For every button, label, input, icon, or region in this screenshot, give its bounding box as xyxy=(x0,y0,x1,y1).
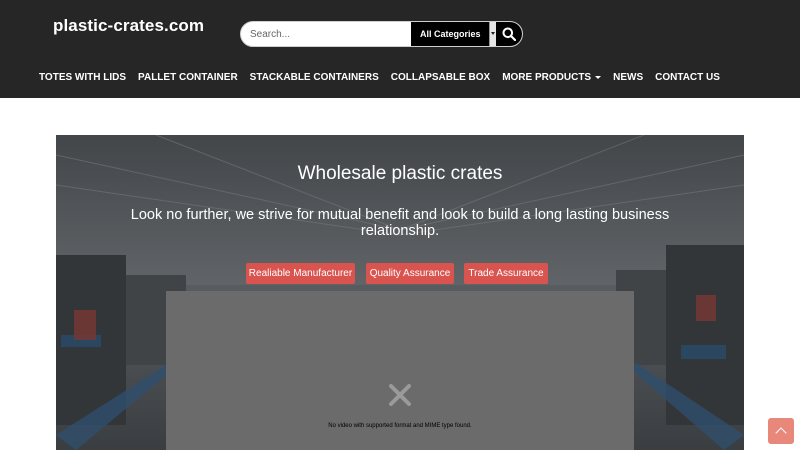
nav-item-totes-with-lids[interactable]: TOTES WITH LIDS xyxy=(33,70,132,86)
site-header: plastic-crates.com All Categories TOTES … xyxy=(0,0,800,98)
site-logo[interactable]: plastic-crates.com xyxy=(53,16,204,36)
search-button[interactable] xyxy=(496,22,522,46)
search-icon xyxy=(502,27,516,41)
nav-item-contact-us[interactable]: CONTACT US xyxy=(649,70,726,86)
nav-item-label: MORE PRODUCTS xyxy=(502,72,592,83)
video-error-message: No video with supported format and MIME … xyxy=(328,423,472,429)
video-player[interactable]: No video with supported format and MIME … xyxy=(166,291,634,450)
nav-item-news[interactable]: NEWS xyxy=(607,70,649,86)
chevron-down-icon[interactable] xyxy=(489,22,496,46)
hero-subtitle: Look no further, we strive for mutual be… xyxy=(130,207,670,239)
nav-item-collapsable-box[interactable]: COLLAPSABLE BOX xyxy=(385,70,496,86)
back-to-top-button[interactable] xyxy=(768,418,794,444)
nav-item-more-products[interactable]: MORE PRODUCTS xyxy=(496,70,607,86)
search-bar: All Categories xyxy=(240,21,523,47)
video-error-icon xyxy=(389,384,411,406)
hero-title: Wholesale plastic crates xyxy=(297,163,503,184)
main-nav: TOTES WITH LIDS PALLET CONTAINER STACKAB… xyxy=(33,70,726,86)
nav-item-pallet-container[interactable]: PALLET CONTAINER xyxy=(132,70,244,86)
category-select[interactable]: All Categories xyxy=(411,22,489,46)
trade-assurance-button[interactable]: Trade Assurance xyxy=(464,263,548,284)
caret-down-icon xyxy=(595,75,602,79)
nav-item-stackable-containers[interactable]: STACKABLE CONTAINERS xyxy=(244,70,385,86)
quality-assurance-button[interactable]: Quality Assurance xyxy=(366,263,454,284)
hero-banner: Wholesale plastic crates Look no further… xyxy=(56,135,744,450)
search-input[interactable] xyxy=(241,22,411,46)
reliable-manufacturer-button[interactable]: Realiable Manufacturer xyxy=(246,263,355,284)
